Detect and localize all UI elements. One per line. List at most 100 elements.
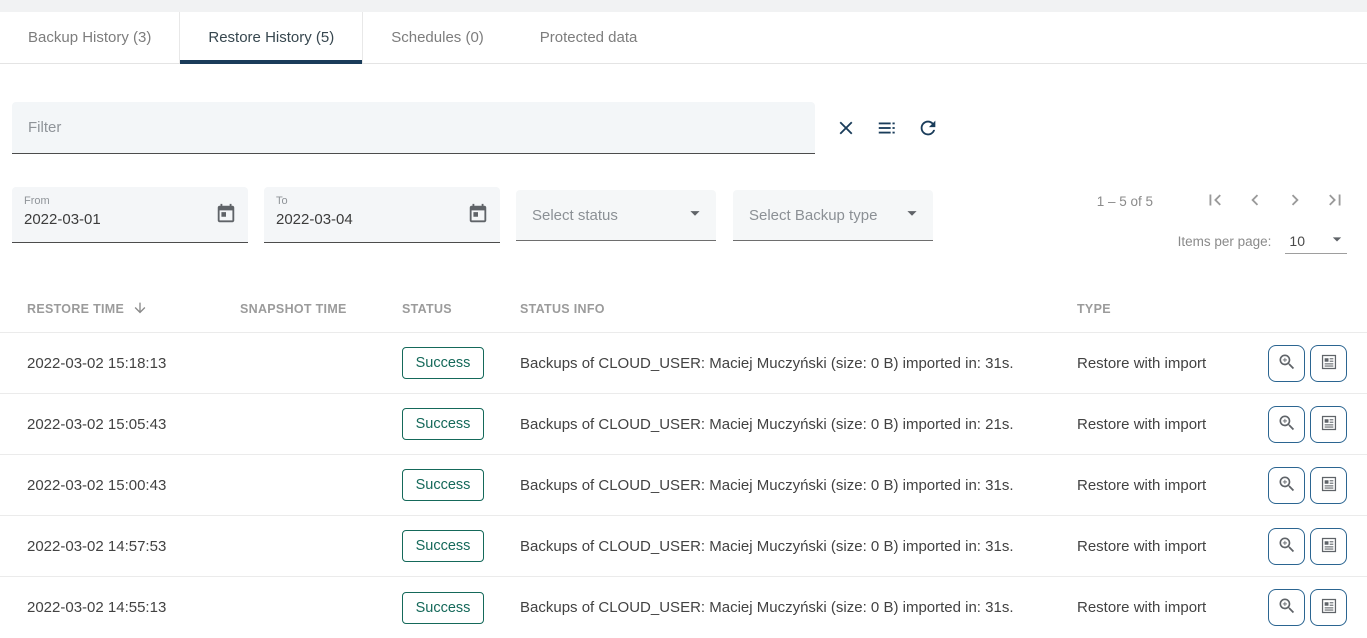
restore-time-cell: 2022-03-02 15:18:13 <box>27 355 240 372</box>
refresh-icon <box>917 117 939 142</box>
restore-time-cell: 2022-03-02 14:55:13 <box>27 599 240 616</box>
items-per-page-select[interactable]: 10 <box>1285 229 1347 254</box>
status-badge: Success <box>402 347 484 379</box>
column-header-snapshot-time[interactable]: SNAPSHOT TIME <box>240 302 402 316</box>
tab-bar: Backup History (3) Restore History (5) S… <box>0 12 1367 64</box>
previous-page-button[interactable] <box>1243 189 1267 213</box>
table-header-row: RESTORE TIME SNAPSHOT TIME STATUS STATUS… <box>0 285 1367 333</box>
row-actions <box>1268 467 1367 504</box>
last-page-button[interactable] <box>1323 189 1347 213</box>
filter-section <box>0 102 1367 154</box>
status-badge: Success <box>402 530 484 562</box>
sort-descending-icon[interactable] <box>124 298 148 319</box>
status-cell: Success <box>402 347 520 379</box>
status-select-placeholder: Select status <box>532 207 618 224</box>
restore-time-cell: 2022-03-02 15:05:43 <box>27 416 240 433</box>
filter-list-icon <box>876 117 898 142</box>
date-to-field[interactable]: To 2022-03-04 <box>264 187 500 243</box>
view-log-button[interactable] <box>1310 345 1347 382</box>
table-row: 2022-03-02 15:00:43 Success Backups of C… <box>0 455 1367 516</box>
view-log-button[interactable] <box>1310 406 1347 443</box>
page-range-label: 1 – 5 of 5 <box>1097 194 1153 209</box>
status-info-cell: Backups of CLOUD_USER: Maciej Muczyński … <box>520 416 1077 433</box>
status-cell: Success <box>402 592 520 624</box>
table-body: 2022-03-02 15:18:13 Success Backups of C… <box>0 333 1367 638</box>
zoom-in-icon <box>1277 596 1297 619</box>
report-icon <box>1319 413 1339 436</box>
view-details-button[interactable] <box>1268 406 1305 443</box>
column-header-status[interactable]: STATUS <box>402 302 520 316</box>
restore-history-table: RESTORE TIME SNAPSHOT TIME STATUS STATUS… <box>0 285 1367 638</box>
chevron-down-icon <box>901 202 923 228</box>
chevron-left-icon <box>1244 199 1266 214</box>
table-row: 2022-03-02 15:05:43 Success Backups of C… <box>0 394 1367 455</box>
status-badge: Success <box>402 408 484 440</box>
items-per-page-label: Items per page: <box>1178 234 1272 249</box>
row-actions <box>1268 589 1367 626</box>
restore-time-cell: 2022-03-02 14:57:53 <box>27 538 240 555</box>
zoom-in-icon <box>1277 535 1297 558</box>
backup-type-select-placeholder: Select Backup type <box>749 207 877 224</box>
calendar-icon <box>467 213 489 228</box>
report-icon <box>1319 352 1339 375</box>
date-from-field[interactable]: From 2022-03-01 <box>12 187 248 243</box>
restore-time-cell: 2022-03-02 15:00:43 <box>27 477 240 494</box>
last-page-icon <box>1324 199 1346 214</box>
view-details-button[interactable] <box>1268 345 1305 382</box>
backup-type-select[interactable]: Select Backup type <box>733 190 933 241</box>
status-info-cell: Backups of CLOUD_USER: Maciej Muczyński … <box>520 355 1077 372</box>
filter-actions <box>834 117 940 154</box>
next-page-button[interactable] <box>1283 189 1307 213</box>
filters-row: From 2022-03-01 To 2022-03-04 Select sta… <box>0 187 1367 245</box>
view-log-button[interactable] <box>1310 467 1347 504</box>
column-header-status-info[interactable]: STATUS INFO <box>520 302 1077 316</box>
status-info-cell: Backups of CLOUD_USER: Maciej Muczyński … <box>520 599 1077 616</box>
row-actions <box>1268 345 1367 382</box>
type-cell: Restore with import <box>1077 355 1268 372</box>
clear-filter-button[interactable] <box>834 117 858 141</box>
zoom-in-icon <box>1277 413 1297 436</box>
chevron-down-icon <box>1327 229 1347 252</box>
refresh-button[interactable] <box>916 117 940 141</box>
items-per-page-value: 10 <box>1289 233 1305 249</box>
status-info-cell: Backups of CLOUD_USER: Maciej Muczyński … <box>520 477 1077 494</box>
chevron-down-icon <box>684 202 706 228</box>
pagination: 1 – 5 of 5 I <box>1097 189 1347 254</box>
tab-restore-history[interactable]: Restore History (5) <box>179 12 363 63</box>
filter-input[interactable] <box>12 102 815 153</box>
tab-schedules[interactable]: Schedules (0) <box>363 12 512 63</box>
filter-list-button[interactable] <box>875 117 899 141</box>
view-details-button[interactable] <box>1268 528 1305 565</box>
status-cell: Success <box>402 530 520 562</box>
status-cell: Success <box>402 408 520 440</box>
table-row: 2022-03-02 14:57:53 Success Backups of C… <box>0 516 1367 577</box>
view-details-button[interactable] <box>1268 589 1305 626</box>
type-cell: Restore with import <box>1077 599 1268 616</box>
row-actions <box>1268 406 1367 443</box>
column-header-restore-time[interactable]: RESTORE TIME <box>27 298 240 319</box>
date-to-calendar-button[interactable] <box>464 201 492 229</box>
chevron-right-icon <box>1284 199 1306 214</box>
column-header-type[interactable]: TYPE <box>1077 302 1268 316</box>
calendar-icon <box>215 213 237 228</box>
row-actions <box>1268 528 1367 565</box>
report-icon <box>1319 596 1339 619</box>
tab-protected-data[interactable]: Protected data <box>512 12 666 63</box>
table-row: 2022-03-02 15:18:13 Success Backups of C… <box>0 333 1367 394</box>
type-cell: Restore with import <box>1077 538 1268 555</box>
tab-backup-history[interactable]: Backup History (3) <box>0 12 179 63</box>
view-details-button[interactable] <box>1268 467 1305 504</box>
report-icon <box>1319 535 1339 558</box>
date-from-calendar-button[interactable] <box>212 201 240 229</box>
first-page-button[interactable] <box>1203 189 1227 213</box>
report-icon <box>1319 474 1339 497</box>
view-log-button[interactable] <box>1310 589 1347 626</box>
status-select[interactable]: Select status <box>516 190 716 241</box>
view-log-button[interactable] <box>1310 528 1347 565</box>
date-to-label: To <box>276 195 488 207</box>
type-cell: Restore with import <box>1077 477 1268 494</box>
date-from-label: From <box>24 195 236 207</box>
table-row: 2022-03-02 14:55:13 Success Backups of C… <box>0 577 1367 638</box>
date-to-value: 2022-03-04 <box>276 211 488 228</box>
zoom-in-icon <box>1277 352 1297 375</box>
